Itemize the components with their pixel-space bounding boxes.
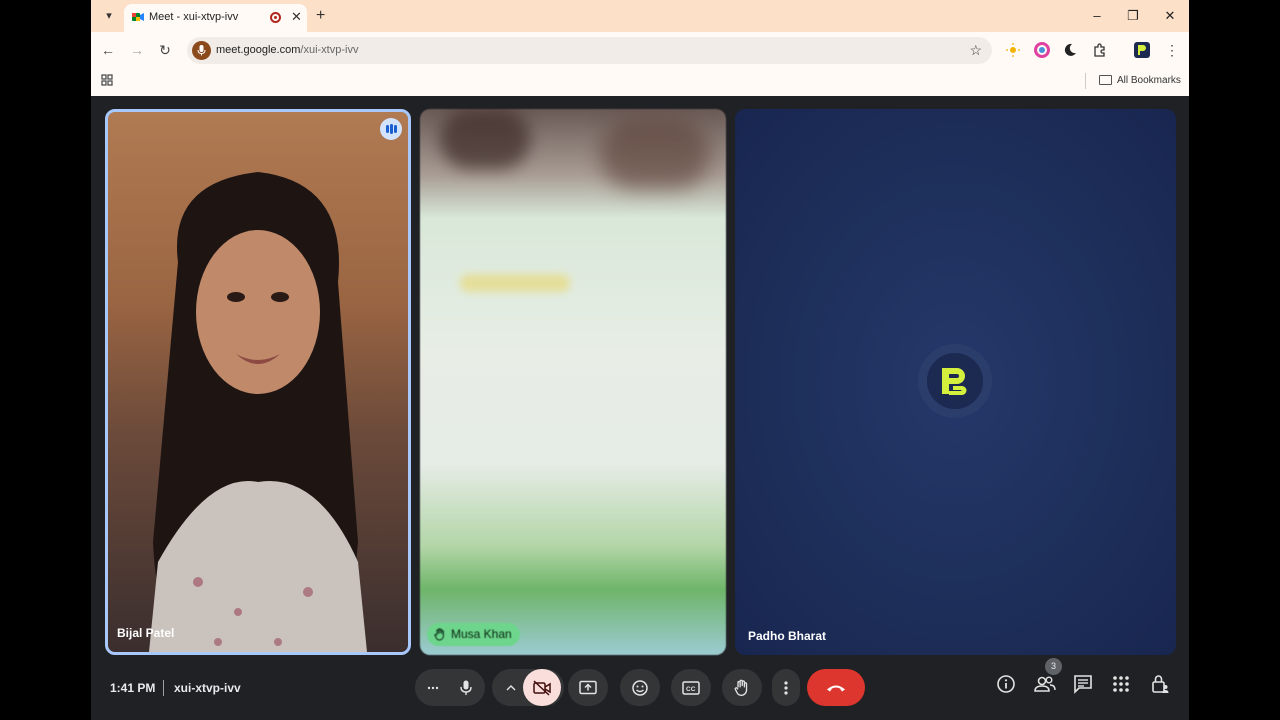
apps-icon[interactable]	[101, 74, 113, 86]
audio-settings-icon[interactable]	[427, 686, 439, 690]
participant-name: Musa Khan	[451, 627, 512, 641]
captions-button[interactable]: CC	[671, 669, 711, 706]
participant-tile-bijal-patel[interactable]: Bijal Patel	[105, 109, 411, 655]
present-screen-button[interactable]	[568, 669, 608, 706]
participant-name: Padho Bharat	[748, 629, 827, 643]
participant-name: Bijal Patel	[117, 626, 175, 640]
reactions-button[interactable]	[620, 669, 660, 706]
speaking-indicator-icon	[380, 118, 402, 140]
divider	[163, 680, 164, 696]
chat-button[interactable]	[1073, 674, 1095, 696]
bookmarks-bar: All Bookmarks	[91, 68, 1189, 96]
blurred-video-hand	[440, 109, 530, 169]
camera-off-icon	[533, 679, 551, 696]
menu-icon[interactable]: ⋮	[1162, 40, 1182, 60]
raise-hand-button[interactable]	[722, 669, 762, 706]
emoji-icon	[632, 679, 648, 696]
meeting-details-button[interactable]	[996, 674, 1018, 696]
end-call-icon	[827, 685, 845, 691]
apps-grid-icon	[1113, 676, 1129, 692]
url-host: meet.google.com	[216, 44, 301, 56]
people-button[interactable]	[1034, 674, 1056, 696]
url-text: meet.google.com/xui-xtvp-ivv	[216, 44, 358, 56]
meet-stage: Bijal Patel Musa Khan Padho Bharat 1:41 …	[91, 96, 1189, 720]
close-window-icon[interactable]: ✕	[1160, 6, 1180, 26]
leave-call-button[interactable]	[807, 669, 865, 706]
new-tab-icon[interactable]: +	[316, 6, 325, 26]
participant-avatar	[918, 344, 992, 418]
chat-icon	[1074, 675, 1092, 694]
people-icon	[1034, 676, 1056, 692]
raised-hand-chip: Musa Khan	[427, 623, 520, 646]
microphone-control-group	[415, 669, 485, 706]
forward-icon[interactable]: →	[127, 40, 147, 60]
back-icon[interactable]: ←	[98, 40, 118, 60]
all-bookmarks-link[interactable]: All Bookmarks	[1117, 75, 1181, 86]
padho-bharat-extension-icon[interactable]	[1134, 42, 1150, 58]
folder-icon	[1099, 75, 1112, 85]
sun-icon[interactable]	[1005, 42, 1021, 58]
close-icon[interactable]: ✕	[291, 9, 302, 25]
dark-mode-icon[interactable]	[1062, 42, 1078, 58]
raised-hand-icon	[434, 628, 444, 641]
meet-favicon	[132, 13, 144, 21]
lock-person-icon	[1152, 675, 1169, 693]
tab-strip: ▾ Meet - xui-xtvp-ivv ✕ + – ❐ ✕	[91, 0, 1189, 32]
blurred-video-hand	[600, 119, 710, 189]
url-path: /xui-xtvp-ivv	[300, 44, 359, 56]
extensions-icon[interactable]	[1092, 42, 1108, 58]
host-controls-button[interactable]	[1150, 674, 1172, 696]
star-icon[interactable]: ☆	[969, 42, 982, 59]
participant-video	[149, 172, 367, 652]
tab-search-icon[interactable]: ▾	[99, 6, 119, 26]
camera-off-button[interactable]	[523, 669, 561, 706]
activities-button[interactable]	[1111, 674, 1133, 696]
participant-tile-musa-khan[interactable]: Musa Khan	[420, 109, 726, 655]
more-options-button[interactable]	[772, 669, 800, 706]
color-picker-icon[interactable]	[1034, 42, 1050, 58]
bookmarks-divider	[1085, 73, 1086, 89]
browser-toolbar: ← → ↻ meet.google.com/xui-xtvp-ivv ☆ ⋮	[91, 32, 1189, 68]
more-vert-icon	[784, 680, 788, 695]
screen-frame: ▾ Meet - xui-xtvp-ivv ✕ + – ❐ ✕ ← → ↻ me…	[91, 0, 1189, 720]
meeting-controls-bar: 1:41 PM xui-xtvp-ivv CC 3	[91, 658, 1189, 720]
svg-text:CC: CC	[686, 686, 696, 693]
info-icon	[997, 675, 1015, 693]
address-bar[interactable]: meet.google.com/xui-xtvp-ivv ☆	[187, 37, 992, 64]
minimize-icon[interactable]: –	[1087, 6, 1107, 26]
browser-tab[interactable]: Meet - xui-xtvp-ivv ✕	[124, 4, 307, 32]
participant-tile-padho-bharat[interactable]: Padho Bharat	[735, 109, 1176, 655]
participants-count-badge: 3	[1045, 658, 1062, 675]
captions-icon: CC	[682, 680, 700, 695]
blurred-video-text	[460, 274, 570, 292]
tab-title: Meet - xui-xtvp-ivv	[149, 11, 239, 23]
meeting-code: xui-xtvp-ivv	[174, 681, 241, 695]
restore-icon[interactable]: ❐	[1123, 6, 1143, 26]
microphone-icon[interactable]	[192, 41, 211, 60]
meeting-time: 1:41 PM	[110, 681, 156, 695]
padho-bharat-logo-icon	[927, 353, 983, 409]
present-icon	[579, 680, 597, 694]
reload-icon[interactable]: ↻	[155, 40, 175, 60]
microphone-button[interactable]	[460, 680, 472, 696]
recording-icon	[270, 12, 281, 23]
hand-icon	[734, 679, 748, 696]
chevron-up-icon[interactable]	[506, 684, 516, 691]
